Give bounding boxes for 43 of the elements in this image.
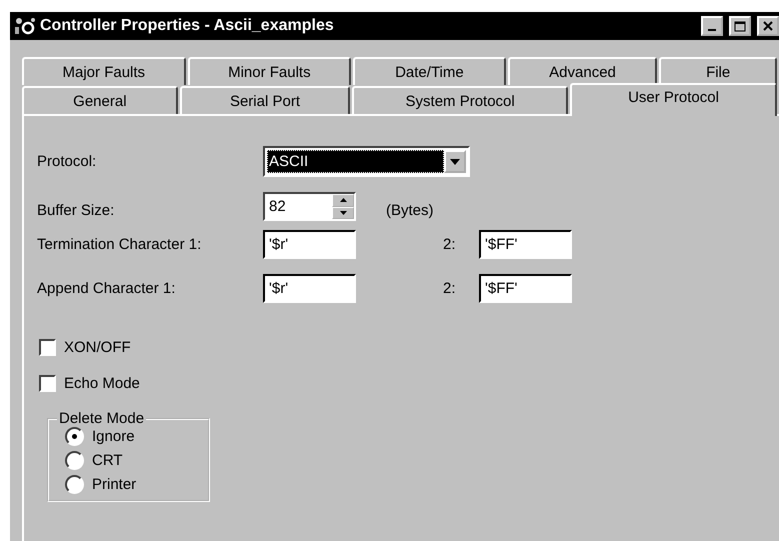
minimize-icon xyxy=(708,29,716,31)
character-field[interactable]: '$FF' xyxy=(479,274,572,303)
maximize-icon xyxy=(734,20,746,32)
maximize-button[interactable] xyxy=(729,16,751,36)
minimize-button[interactable] xyxy=(701,16,723,36)
tab[interactable]: System Protocol xyxy=(352,86,568,114)
character-label: 2: xyxy=(443,236,457,253)
tab[interactable]: Advanced xyxy=(508,57,658,85)
protocol-label: Protocol: xyxy=(37,153,98,170)
buffer-size-label: Buffer Size: xyxy=(37,202,116,219)
tab[interactable]: Minor Faults xyxy=(188,57,352,85)
group-title: Delete Mode xyxy=(58,410,146,427)
gears-icon xyxy=(14,16,36,36)
character-field[interactable]: '$r' xyxy=(263,230,356,259)
bytes-label: (Bytes) xyxy=(385,202,435,219)
radio-button[interactable] xyxy=(65,475,84,494)
radio-button[interactable] xyxy=(65,427,84,446)
checkbox-label: Echo Mode xyxy=(64,375,140,392)
window-title: Controller Properties - Ascii_examples xyxy=(40,17,335,35)
character-label: Termination Character 1: xyxy=(37,236,202,253)
radio-button[interactable] xyxy=(65,451,84,470)
close-icon xyxy=(763,21,773,31)
character-label: Append Character 1: xyxy=(37,280,176,297)
tab[interactable]: Major Faults xyxy=(22,57,186,85)
checkbox[interactable] xyxy=(39,375,56,392)
checkbox[interactable] xyxy=(39,339,56,356)
character-label: 2: xyxy=(443,280,457,297)
buffer-size-spinner[interactable]: 82 xyxy=(263,192,356,221)
character-field[interactable]: '$r' xyxy=(263,274,356,303)
tab[interactable]: File xyxy=(659,57,777,85)
protocol-dropdown[interactable]: ASCII xyxy=(263,146,470,177)
tab[interactable]: Serial Port xyxy=(180,86,350,114)
spin-up-icon[interactable] xyxy=(332,194,354,206)
close-button[interactable] xyxy=(757,16,779,36)
checkbox-label: XON/OFF xyxy=(64,339,131,356)
radio-label: Ignore xyxy=(92,428,135,445)
tab[interactable]: User Protocol xyxy=(570,83,777,116)
spin-down-icon[interactable] xyxy=(332,206,354,219)
character-field[interactable]: '$FF' xyxy=(479,230,572,259)
tab[interactable]: General xyxy=(22,86,178,114)
radio-label: CRT xyxy=(92,452,123,469)
tab[interactable]: Date/Time xyxy=(353,57,506,85)
radio-label: Printer xyxy=(92,476,136,493)
